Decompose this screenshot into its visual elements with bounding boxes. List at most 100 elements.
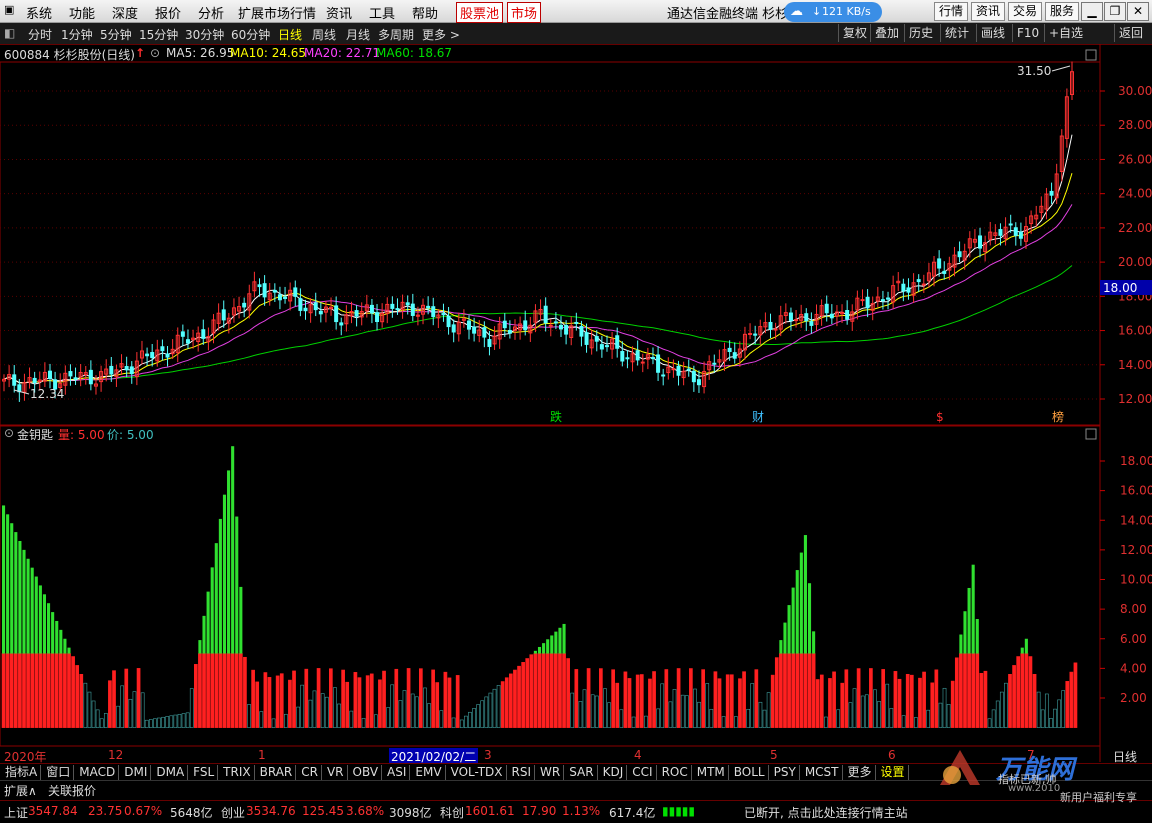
indicator-name: 金钥匙 bbox=[17, 428, 54, 442]
indicator-bar-green bbox=[214, 543, 218, 654]
indicator-bar-red bbox=[136, 668, 141, 728]
tab-17[interactable]: KDJ bbox=[600, 765, 628, 780]
indicator-bar-red bbox=[492, 688, 497, 728]
indicator-bar-red bbox=[447, 677, 452, 728]
tab-12[interactable]: EMV bbox=[412, 765, 446, 780]
indicator-bar-red bbox=[959, 653, 963, 728]
indicator-bar-red bbox=[549, 653, 554, 728]
indicator-bar-red bbox=[341, 669, 345, 728]
indicator-bar-red bbox=[975, 653, 980, 728]
tab-5[interactable]: FSL bbox=[190, 765, 219, 780]
indicator-bar-red bbox=[263, 672, 268, 728]
indicator-bar-red bbox=[717, 678, 722, 728]
indicator-bar-red bbox=[9, 653, 14, 728]
price-tick-label: 16.00 bbox=[1118, 324, 1152, 338]
btn-expand[interactable]: 扩展∧ bbox=[4, 782, 37, 799]
indicator-bar-red bbox=[140, 692, 145, 728]
tab-18[interactable]: CCI bbox=[629, 765, 657, 780]
indicator-bar-red bbox=[5, 653, 10, 728]
candle-body bbox=[467, 320, 472, 330]
indicator-bar-green bbox=[963, 611, 967, 654]
tab-8[interactable]: CR bbox=[298, 765, 322, 780]
candle-body bbox=[32, 377, 37, 384]
connection-status[interactable]: 已断开, 点击此处连接行情主站 bbox=[744, 804, 908, 821]
tab-3[interactable]: DMI bbox=[121, 765, 152, 780]
indicator-bar-red bbox=[169, 715, 174, 728]
indicator-bar-green bbox=[6, 514, 10, 654]
tab-14[interactable]: RSI bbox=[509, 765, 536, 780]
indicator-bar-red bbox=[108, 680, 112, 728]
indicator-toggle-icon[interactable]: ⊙ bbox=[4, 426, 14, 440]
tab-0[interactable]: 指标A bbox=[2, 765, 42, 780]
candle-body bbox=[334, 305, 339, 323]
event-label-rank[interactable]: 榜 bbox=[1052, 409, 1064, 424]
tab-10[interactable]: OBV bbox=[350, 765, 383, 780]
indicator-bar-red bbox=[464, 715, 468, 728]
indicator-bar-red bbox=[611, 669, 615, 728]
indicator-bar-red bbox=[83, 682, 88, 728]
tab-9[interactable]: VR bbox=[324, 765, 348, 780]
indicator-bar-green bbox=[799, 552, 803, 654]
indicator-bar-green bbox=[537, 646, 542, 654]
indicator-bar-red bbox=[991, 709, 996, 728]
indicator-bar-red bbox=[476, 704, 480, 728]
tab-21[interactable]: BOLL bbox=[731, 765, 769, 780]
indicator-bar-green bbox=[55, 620, 59, 654]
indicator-bar-green bbox=[1024, 638, 1028, 654]
indicator-bar-red bbox=[746, 708, 750, 728]
tab-4[interactable]: DMA bbox=[153, 765, 189, 780]
indicator-bar-red bbox=[856, 668, 861, 728]
ma10-line bbox=[3, 173, 1073, 384]
indicator-tick-label: 2.00 bbox=[1120, 691, 1147, 705]
candle-body bbox=[1013, 227, 1018, 236]
watermark-logo: 万能网 指标已新,帅 www.2010 新用户福利专享 bbox=[930, 745, 1150, 804]
indicator-bar-red bbox=[869, 668, 873, 728]
indicator-bar-red bbox=[987, 718, 992, 728]
indicator-bar-red bbox=[75, 665, 80, 728]
indicator-bar-red bbox=[79, 673, 84, 728]
event-label-drop[interactable]: 跌 bbox=[550, 409, 562, 424]
event-label-dollar[interactable]: $ bbox=[936, 410, 944, 424]
indicator-bar-red bbox=[762, 709, 767, 728]
indicator-bar-red bbox=[779, 653, 783, 728]
maximize-indicator-icon[interactable] bbox=[1085, 428, 1097, 440]
tab-16[interactable]: SAR bbox=[566, 765, 598, 780]
indicator-price: 价: 5.00 bbox=[107, 428, 154, 442]
tab-7[interactable]: BRAR bbox=[257, 765, 297, 780]
indicator-bar-red bbox=[1, 653, 6, 728]
candle-body bbox=[865, 296, 870, 309]
tab-20[interactable]: MTM bbox=[694, 765, 729, 780]
indicator-bar-green bbox=[971, 564, 975, 654]
tab-15[interactable]: WR bbox=[537, 765, 565, 780]
indicator-bar-red bbox=[132, 691, 137, 728]
indicator-bar-red bbox=[521, 662, 525, 728]
tab-19[interactable]: ROC bbox=[659, 765, 692, 780]
event-label-finance[interactable]: 财 bbox=[752, 410, 764, 424]
candle-body bbox=[283, 296, 288, 299]
indicator-bar-red bbox=[1040, 709, 1045, 728]
tab-6[interactable]: TRIX bbox=[220, 765, 255, 780]
tab-25[interactable]: 设置 bbox=[878, 765, 909, 780]
candle-body bbox=[829, 313, 834, 319]
tab-24[interactable]: 更多 bbox=[845, 765, 876, 780]
tab-2[interactable]: MACD bbox=[76, 765, 120, 780]
candle-body bbox=[615, 335, 620, 349]
indicator-bar-red bbox=[791, 653, 796, 728]
maximize-chart-icon[interactable] bbox=[1085, 49, 1097, 61]
indicator-bar-red bbox=[725, 674, 730, 728]
tab-23[interactable]: MCST bbox=[802, 765, 843, 780]
candle-body bbox=[272, 289, 277, 293]
tab-13[interactable]: VOL-TDX bbox=[448, 765, 507, 780]
tab-11[interactable]: ASI bbox=[384, 765, 411, 780]
indicator-bar-red bbox=[541, 653, 546, 728]
indicator-bar-green bbox=[967, 587, 971, 654]
indicator-bar-red bbox=[38, 653, 43, 728]
indicator-bar-red bbox=[599, 668, 603, 728]
btn-related-quotes[interactable]: 关联报价 bbox=[48, 782, 96, 799]
tab-1[interactable]: 窗口 bbox=[43, 765, 75, 780]
tab-22[interactable]: PSY bbox=[771, 765, 800, 780]
indicator-bar-red bbox=[631, 716, 636, 728]
candle-body bbox=[916, 279, 921, 283]
indicator-bar-green bbox=[198, 640, 202, 654]
indicator-bar-red bbox=[54, 653, 59, 728]
